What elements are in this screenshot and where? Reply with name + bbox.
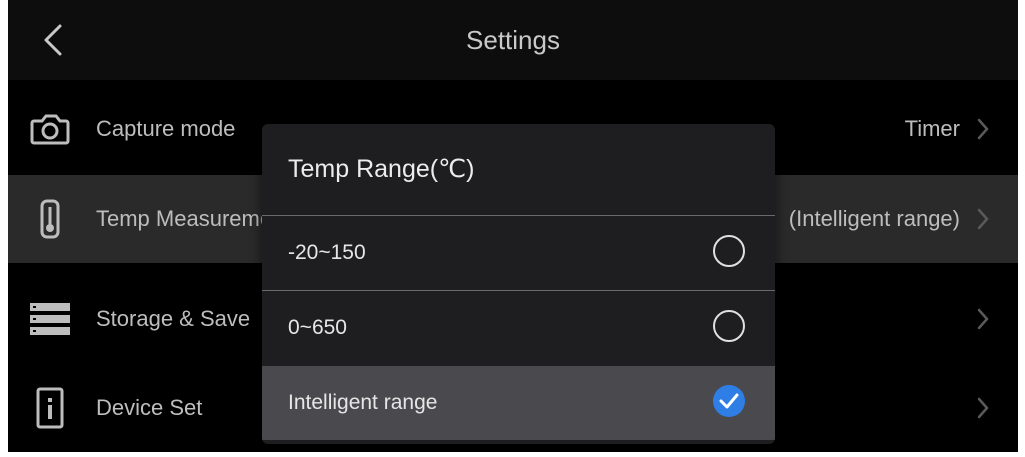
row-value: Timer <box>904 116 960 141</box>
header-bar: Settings <box>8 0 1018 80</box>
radio-checked-icon[interactable] <box>713 385 745 417</box>
temp-range-dialog: Temp Range(℃) -20~150 0~650 Intelligent … <box>262 124 775 444</box>
radio-unchecked-icon[interactable] <box>713 235 745 267</box>
back-button[interactable] <box>34 18 74 62</box>
option-label: -20~150 <box>288 241 366 264</box>
chevron-right-icon <box>977 397 989 419</box>
row-value: (Intelligent range) <box>788 206 960 231</box>
row-label: Storage & Save <box>96 306 251 331</box>
chevron-left-icon <box>44 24 62 56</box>
option-label: 0~650 <box>288 316 347 339</box>
camera-icon <box>30 114 70 145</box>
option-intelligent-range[interactable]: Intelligent range <box>262 366 775 440</box>
option-label: Intelligent range <box>288 391 438 414</box>
checkmark-icon <box>719 393 739 409</box>
chevron-right-icon <box>977 308 989 330</box>
dialog-title: Temp Range(℃) <box>288 155 475 183</box>
chevron-right-icon <box>977 208 989 230</box>
radio-unchecked-icon[interactable] <box>713 310 745 342</box>
row-label: Capture mode <box>96 116 236 141</box>
storage-icon <box>30 303 70 335</box>
chevron-right-icon <box>977 118 989 140</box>
thermometer-icon <box>40 199 60 239</box>
page-title: Settings <box>466 25 560 55</box>
row-label: Device Set <box>96 395 203 420</box>
option-0-650[interactable]: 0~650 <box>262 291 775 365</box>
settings-screen: Settings Capture mode Timer Temp Measure… <box>8 0 1018 452</box>
device-info-icon <box>36 387 64 429</box>
option-minus20-150[interactable]: -20~150 <box>262 216 775 290</box>
